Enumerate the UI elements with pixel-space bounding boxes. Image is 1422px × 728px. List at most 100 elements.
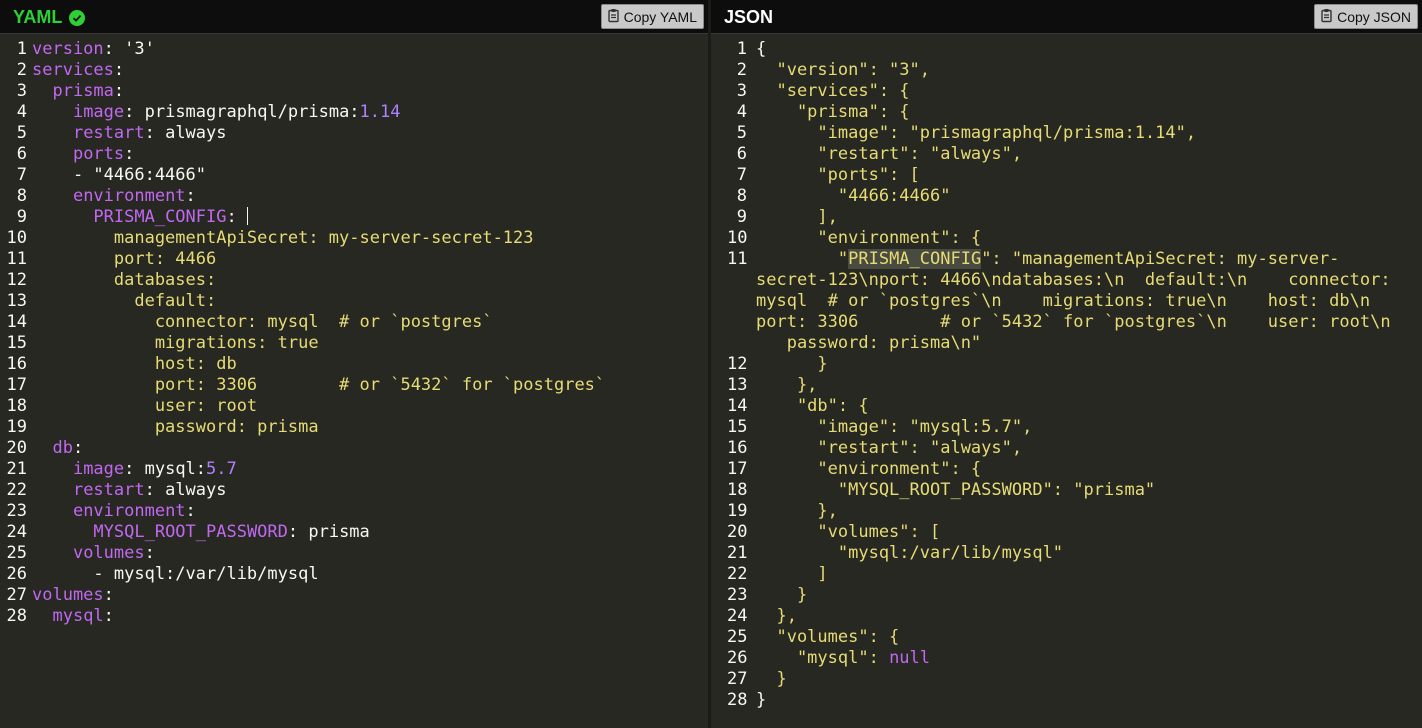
line-number: 18 [6,396,27,416]
code-token: "services": { [756,81,910,101]
code-token: ], [756,207,838,227]
code-text: } [756,690,766,711]
json-line: 3 "services": { [727,81,1422,102]
code-text: ] [756,564,827,585]
code-token: : always [144,480,227,500]
json-title: JSON [724,7,773,28]
yaml-line: 22 restart: always [4,480,708,501]
code-token: 5.7 [206,459,237,479]
line-number: 5 [736,123,747,143]
code-token: }, [756,375,818,395]
yaml-line: 28 mysql: [4,606,708,627]
code-token: "environment": { [756,228,982,248]
code-token: "volumes": [ [756,522,941,542]
code-token: volumes [32,585,104,605]
code-text: databases: [32,270,216,291]
line-number: 8 [16,186,27,206]
code-token: }, [756,501,838,521]
code-text: host: db [32,354,237,375]
code-token: db [52,438,73,458]
code-text: user: root [32,396,257,417]
code-token: : [144,543,155,563]
code-token: : '3' [103,39,155,59]
code-text: port: 4466 [32,249,216,270]
code-token: "MYSQL_ROOT_PASSWORD": "prisma" [756,480,1156,500]
json-line: 7 "ports": [ [727,165,1422,186]
code-token: } [756,585,808,605]
code-text: "environment": { [756,459,981,480]
yaml-line: 27 volumes: [4,585,708,606]
yaml-title-label: YAML [13,7,63,27]
yaml-editor[interactable]: 1 version: '3' 2 services: 3 prisma: 4 image:… [4,39,708,728]
json-line: 21 "mysql:/var/lib/mysql" [727,543,1422,564]
json-line: 28} [727,690,1422,711]
yaml-line: 26 - mysql:/var/lib/mysql [4,564,708,585]
yaml-line: 15 migrations: true [4,333,708,354]
yaml-line: 18 user: root [4,396,708,417]
code-token: ": "managementApiSecret: my-server- [981,249,1340,269]
code-token: volumes [72,543,145,563]
json-line: 2 "version": "3", [727,60,1422,81]
code-text: { [756,39,766,60]
code-token: "db": { [756,396,869,416]
line-number: 13 [727,375,748,395]
json-line: 25 "volumes": { [727,627,1422,648]
code-text: "db": { [756,396,869,417]
code-token: "version": "3", [756,60,930,80]
code-text: restart: always [32,480,227,501]
yaml-line: 19 password: prisma [4,417,708,438]
yaml-line: 5 restart: always [4,123,708,144]
line-number: 14 [727,396,748,416]
code-token: "image": "mysql:5.7", [756,417,1033,437]
yaml-line: 12 databases: [4,270,708,291]
yaml-line: 2 services: [4,60,708,81]
code-token: : prisma [287,522,370,542]
code-token: "mysql:/var/lib/mysql" [756,543,1064,563]
code-text: "mysql": null [756,648,930,669]
code-text: "volumes": { [756,627,899,648]
json-line: 10 "environment": { [727,228,1422,249]
json-line: 13 }, [727,375,1422,396]
yaml-title: YAML [13,7,86,28]
line-number: 7 [736,165,747,185]
code-text: "PRISMA_CONFIG": "managementApiSecret: m… [756,249,1391,354]
line-number: 12 [6,270,27,290]
code-token: environment [72,501,186,521]
code-token: "volumes": { [756,627,900,647]
json-line: 22 ] [727,564,1422,585]
code-token: mysql [52,606,104,626]
code-token: null [889,648,931,668]
json-line: 12 } [727,354,1422,375]
code-text: ], [756,207,838,228]
line-number: 5 [16,123,27,143]
json-line: 8 "4466:4466" [727,186,1422,207]
code-token: "restart": "always", [756,438,1023,458]
line-number: 4 [16,102,27,122]
copy-json-button[interactable]: Copy JSON [1314,4,1418,29]
line-number: 24 [727,606,748,626]
json-line: 1{ [727,39,1422,60]
code-text: migrations: true [32,333,319,354]
line-number: 23 [6,501,27,521]
line-number: 28 [727,690,748,710]
json-line: 11 "PRISMA_CONFIG": "managementApiSecret… [727,249,1422,354]
code-token: secret-123\nport: 4466\ndatabases:\n def… [756,270,1391,290]
code-text: "prisma": { [756,102,910,123]
code-token: mysql # or `postgres`\n migrations: true… [756,291,1371,311]
copy-json-label: Copy JSON [1337,8,1411,25]
code-token: databases: [32,270,217,290]
copy-yaml-button[interactable]: Copy YAML [600,4,704,29]
line-number: 19 [727,501,748,521]
code-token: : always [144,123,227,143]
code-text: "version": "3", [756,60,930,81]
code-text: "image": "prismagraphql/prisma:1.14", [756,123,1196,144]
code-text: "MYSQL_ROOT_PASSWORD": "prisma" [756,480,1155,501]
yaml-line: 11 port: 4466 [4,249,708,270]
code-token: "image": "prismagraphql/prisma:1.14", [756,123,1197,143]
code-text: prisma: [32,81,124,102]
check-circle-icon [69,9,86,26]
